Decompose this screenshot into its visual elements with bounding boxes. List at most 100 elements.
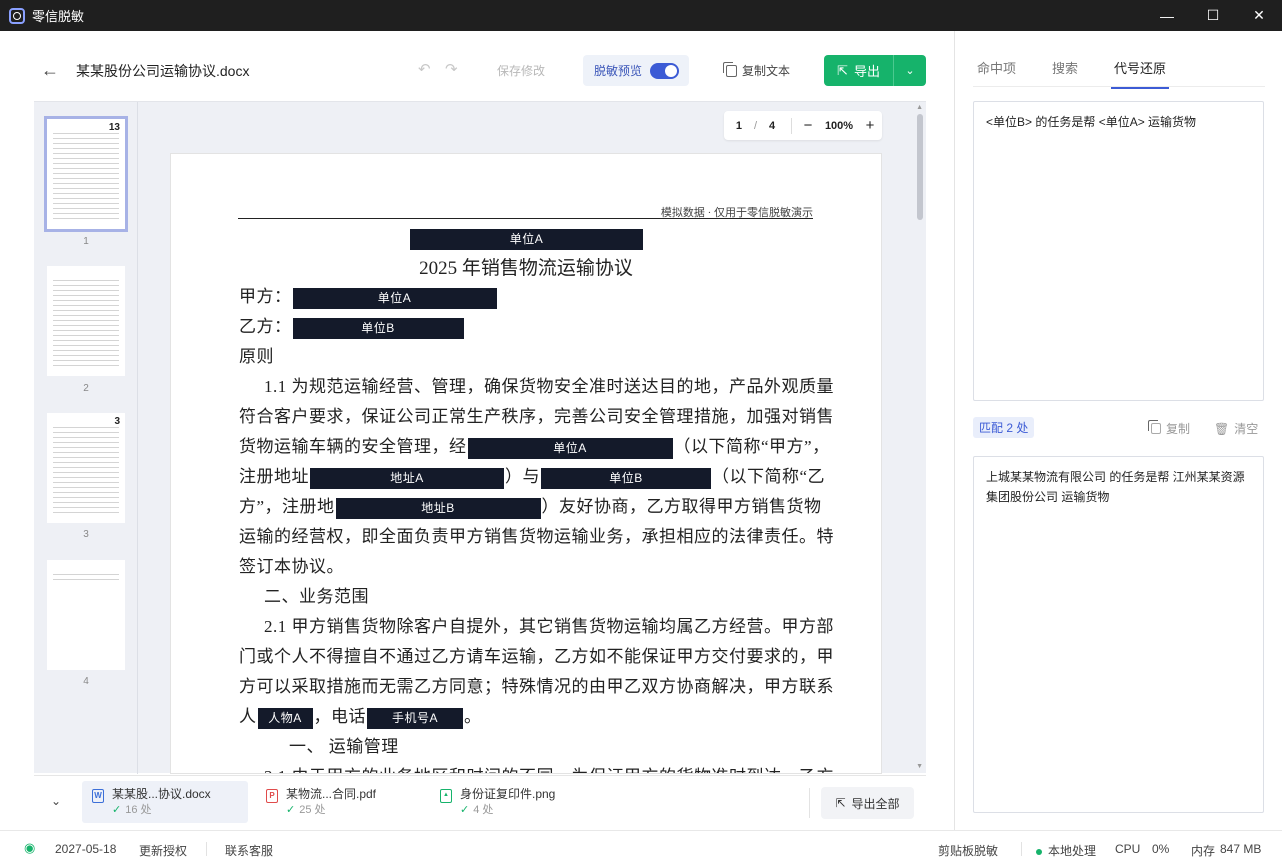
redaction-tag[interactable]: 人物A xyxy=(257,707,313,729)
paragraph-line: 签订本协议。 xyxy=(239,557,344,576)
code-input-textarea[interactable]: <单位B> 的任务是帮 <单位A> 运输货物 xyxy=(973,101,1264,401)
title-redaction-line: 单位A xyxy=(409,223,881,253)
thumbnail-page-2[interactable] xyxy=(47,266,125,376)
paragraph-line: 符合客户要求，保证公司正常生产秩序，完善公司安全管理措施，加强对销售 xyxy=(239,407,834,426)
mask-preview-toggle[interactable]: 脱敏预览 xyxy=(583,55,689,86)
export-button[interactable]: ⇱ 导出 xyxy=(824,55,894,86)
party-b-label: 乙方： xyxy=(239,317,292,336)
back-arrow-icon[interactable]: ← xyxy=(36,57,64,85)
mask-preview-switch[interactable] xyxy=(650,62,680,79)
copy-text-button[interactable]: 复制文本 xyxy=(723,61,791,79)
memory-label: 内存 xyxy=(1191,844,1216,858)
zoom-out-icon[interactable]: − xyxy=(796,117,820,134)
file-item[interactable]: ▲ 身份证复印件.png ✓ 4 处 xyxy=(430,781,600,823)
page-zoom-control: 1 / 4 − 100% + xyxy=(724,111,882,140)
contact-support-link[interactable]: 联系客服 xyxy=(225,842,273,859)
status-dot-icon xyxy=(1036,848,1042,855)
app-logo-icon xyxy=(9,7,25,24)
status-bar: ◉ 2027-05-18 更新授权 联系客服 剪贴板脱敏 本地处理 CPU 0%… xyxy=(0,830,1282,866)
file-item[interactable]: P 某物流...合同.pdf ✓ 25 处 xyxy=(256,781,416,823)
export-button-group: ⇱ 导出 ⌄ xyxy=(824,55,926,86)
document-name: 某某股份公司运输协议.docx xyxy=(76,62,250,79)
file-bar: ⌄ W 某某股...协议.docx ✓ 16 处 P 某物流...合同.pdf ✓ 25… xyxy=(34,775,926,829)
scroll-down-icon[interactable]: ▼ xyxy=(916,763,923,770)
export-label: 导出 xyxy=(853,64,880,79)
license-date: 2027-05-18 xyxy=(55,842,117,856)
party-a-line: 甲方： 单位A xyxy=(239,282,813,312)
window-titlebar: 零信脱敏 — ☐ ✕ xyxy=(0,0,1282,31)
redaction-tag[interactable]: 地址B xyxy=(335,497,541,519)
tab-search[interactable]: 搜索 xyxy=(1052,58,1078,77)
export-dropdown-chevron-icon[interactable]: ⌄ xyxy=(894,55,926,86)
copy-result-button[interactable]: 复制 xyxy=(1148,420,1190,437)
document-viewer: 13 1 2 3 3 4 1 / 4 − 100% + ▲ ▼ 模拟数据 · 仅… xyxy=(34,101,926,774)
file-name: 某某股...协议.docx xyxy=(112,787,211,801)
export-all-button[interactable]: ⇱ 导出全部 xyxy=(821,787,914,819)
redaction-tag[interactable]: 单位A xyxy=(410,228,643,250)
image-file-icon: ▲ xyxy=(440,789,452,803)
paragraph-text: ）友好协商，乙方取得甲方销售货物 xyxy=(541,497,822,516)
redaction-tag[interactable]: 地址A xyxy=(310,467,504,489)
document-title: 2025 年销售物流运输协议 xyxy=(419,258,633,279)
paragraph-line: 3.1 由于甲方的业务地区和时间的不同，为保证甲方的货物准时到达，乙方 xyxy=(264,762,838,773)
memory-value: 847 MB xyxy=(1220,842,1262,856)
export-icon: ⇱ xyxy=(837,62,848,78)
export-all-icon: ⇱ xyxy=(835,796,846,810)
paragraph-line: 货物运输车辆的安全管理，经 单位A （以下简称“甲方”， xyxy=(239,432,829,462)
viewer-scrollbar[interactable] xyxy=(917,112,923,762)
paragraph-line: 1.1 为规范运输经营、管理，确保货物安全准时送达目的地，产品外观质量 xyxy=(264,377,834,396)
paragraph-line: 方”，注册地 地址B ）友好协商，乙方取得甲方销售货物 xyxy=(239,492,821,522)
copy-icon xyxy=(1148,420,1161,434)
thumbnail-panel: 13 1 2 3 3 4 xyxy=(34,102,138,774)
paragraph-text: （以下简称“甲方”， xyxy=(673,437,830,456)
paragraph-line: 注册地址 地址A ）与 单位B （以下简称“乙 xyxy=(239,462,825,492)
thumbnail-badge: 13 xyxy=(108,122,120,133)
redaction-tag[interactable]: 单位A xyxy=(467,437,673,459)
paragraph-line: 2.1 甲方销售货物除客户自提外，其它销售货物运输均属乙方经营。甲方部 xyxy=(264,617,834,636)
cpu-label: CPU xyxy=(1115,842,1141,856)
section-heading: 二、业务范围 xyxy=(264,587,369,606)
maximize-button[interactable]: ☐ xyxy=(1190,0,1236,31)
redaction-tag[interactable]: 单位A xyxy=(292,287,497,309)
check-icon: ✓ xyxy=(286,804,296,816)
thumbnail-number: 1 xyxy=(83,236,89,247)
redaction-tag[interactable]: 单位B xyxy=(292,317,464,339)
clipboard-mask-button[interactable]: 剪贴板脱敏 xyxy=(938,842,998,859)
paragraph-text: ）与 xyxy=(505,467,540,486)
clear-label: 清空 xyxy=(1234,422,1259,436)
current-page[interactable]: 1 xyxy=(724,120,754,132)
export-all-label: 导出全部 xyxy=(851,796,900,811)
redaction-tag[interactable]: 手机号A xyxy=(367,707,463,729)
thumbnail-page-4[interactable] xyxy=(47,560,125,670)
party-a-label: 甲方： xyxy=(239,287,292,306)
collapse-chevron-icon[interactable]: ⌄ xyxy=(51,794,61,808)
thumbnail-page-1[interactable]: 13 xyxy=(44,116,128,232)
restored-output[interactable]: 上城某某物流有限公司 的任务是帮 江州某某资源集团股份公司 运输货物 xyxy=(973,456,1264,813)
thumbnail-page-3[interactable]: 3 xyxy=(47,413,125,523)
minimize-button[interactable]: — xyxy=(1144,0,1190,31)
total-pages: 4 xyxy=(768,119,776,132)
tab-code-restore[interactable]: 代号还原 xyxy=(1111,58,1170,89)
paragraph-text: ，电话 xyxy=(313,707,366,726)
check-icon: ✓ xyxy=(460,804,470,816)
zoom-in-icon[interactable]: + xyxy=(858,117,882,134)
redo-icon[interactable]: ↷ xyxy=(445,60,458,78)
copy-text-label: 复制文本 xyxy=(742,64,791,78)
redaction-tag[interactable]: 单位B xyxy=(541,467,711,489)
thumbnail-badge: 3 xyxy=(114,416,120,427)
close-button[interactable]: ✕ xyxy=(1236,0,1282,31)
undo-icon[interactable]: ↶ xyxy=(418,60,431,78)
thumbnail-number: 3 xyxy=(83,529,89,540)
file-count: 25 处 xyxy=(299,804,326,816)
tab-hits[interactable]: 命中项 xyxy=(977,58,1016,77)
file-item[interactable]: W 某某股...协议.docx ✓ 16 处 xyxy=(82,781,248,823)
file-name: 身份证复印件.png xyxy=(460,787,556,801)
scroll-up-icon[interactable]: ▲ xyxy=(916,104,923,111)
save-changes-button[interactable]: 保存修改 xyxy=(497,62,545,79)
document-toolbar: ← 某某股份公司运输协议.docx ↶ ↷ 保存修改 脱敏预览 复制文本 ⇱ 导… xyxy=(34,48,926,93)
renew-license-link[interactable]: 更新授权 xyxy=(139,842,187,859)
app-title: 零信脱敏 xyxy=(32,9,85,24)
file-count: 4 处 xyxy=(473,804,494,816)
paragraph-text: （以下简称“乙 xyxy=(712,467,826,486)
clear-button[interactable]: 🗑 清空 xyxy=(1214,420,1258,437)
